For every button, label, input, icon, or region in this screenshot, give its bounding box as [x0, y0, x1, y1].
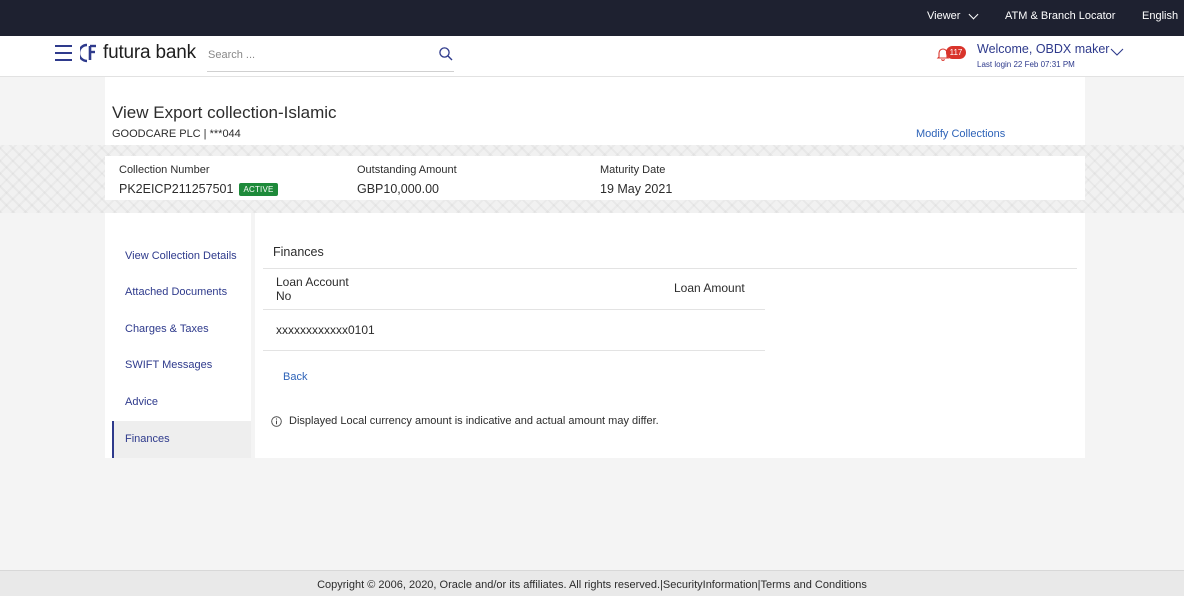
loan-account-column-header: Loan Account No — [276, 275, 349, 303]
collection-summary: Collection Number PK2EICP211257501 ACTIV… — [105, 156, 1085, 200]
top-bar: Viewer ATM & Branch Locator English — [0, 0, 1184, 36]
currency-disclaimer: Displayed Local currency amount is indic… — [271, 415, 659, 427]
search-input[interactable] — [207, 44, 427, 66]
last-login: Last login 22 Feb 07:31 PM — [977, 60, 1075, 69]
footer-text: Copyright © 2006, 2020, Oracle and/or it… — [317, 579, 867, 591]
menu-icon[interactable] — [55, 45, 72, 61]
outstanding-amount-value: GBP10,000.00 — [357, 182, 440, 196]
sidebar-item-advice[interactable]: Advice — [112, 384, 252, 421]
back-button[interactable]: Back — [283, 371, 307, 383]
atm-branch-locator-link[interactable]: ATM & Branch Locator — [1005, 10, 1115, 22]
notification-count-badge[interactable]: 117 — [946, 46, 966, 59]
maturity-date-label: Maturity Date — [600, 164, 666, 176]
language-selector[interactable]: English — [1142, 10, 1178, 22]
outstanding-amount-label: Outstanding Amount — [357, 164, 457, 176]
search-box[interactable] — [207, 44, 454, 72]
section-title: Finances — [273, 245, 324, 259]
maturity-date-value: 19 May 2021 — [600, 182, 673, 196]
table-row-loan-account: xxxxxxxxxxxx0101 — [276, 323, 375, 337]
main-panel: View Collection Details Attached Documen… — [105, 213, 1085, 458]
sidebar-item-charges-taxes[interactable]: Charges & Taxes — [112, 311, 252, 348]
table-header-divider — [263, 309, 765, 310]
collection-number-label: Collection Number — [119, 164, 210, 176]
chevron-down-icon[interactable] — [1110, 48, 1124, 56]
welcome-user[interactable]: Welcome, OBDX maker — [977, 42, 1109, 56]
loan-account-header-line1: Loan Account — [276, 275, 349, 289]
modify-collections-link[interactable]: Modify Collections — [916, 128, 1005, 140]
table-row-divider — [263, 350, 765, 351]
party-account-subtitle: GOODCARE PLC | ***044 — [112, 128, 241, 140]
atm-branch-locator-label: ATM & Branch Locator — [1005, 10, 1116, 22]
loan-account-header-line2: No — [276, 289, 292, 303]
brand-logo[interactable]: futura bank — [80, 42, 196, 64]
loan-amount-column-header: Loan Amount — [674, 281, 745, 295]
disclaimer-text: Displayed Local currency amount is indic… — [289, 415, 659, 427]
sidebar-item-finances[interactable]: Finances — [112, 421, 252, 458]
divider — [263, 268, 1077, 269]
collection-number-value: PK2EICP211257501 — [119, 182, 234, 196]
language-label: English — [1142, 10, 1179, 22]
search-icon[interactable] — [438, 46, 454, 62]
maturity-date-field: Maturity Date 19 May 2021 — [600, 164, 672, 196]
outstanding-amount-field: Outstanding Amount GBP10,000.00 — [357, 164, 457, 196]
viewer-dropdown[interactable]: Viewer — [927, 9, 979, 22]
page-title: View Export collection-Islamic — [112, 103, 337, 122]
collection-number-field: Collection Number PK2EICP211257501 ACTIV… — [119, 164, 278, 196]
chevron-down-icon — [968, 9, 979, 19]
sidebar-item-swift-messages[interactable]: SWIFT Messages — [112, 347, 252, 384]
status-badge: ACTIVE — [239, 182, 278, 196]
viewer-label: Viewer — [927, 10, 961, 22]
footer: Copyright © 2006, 2020, Oracle and/or it… — [0, 570, 1184, 596]
sidebar-item-attached-documents[interactable]: Attached Documents — [112, 274, 252, 311]
futura-bank-logo-icon — [80, 43, 96, 63]
page-header-card: View Export collection-Islamic GOODCARE … — [105, 77, 1085, 147]
info-icon — [271, 415, 282, 427]
header: futura bank 117 Welcome, OBDX maker Last… — [0, 36, 1184, 77]
sidebar-item-view-collection-details[interactable]: View Collection Details — [112, 238, 252, 275]
sidebar-nav: View Collection Details Attached Documen… — [105, 213, 255, 458]
sidebar-divider — [251, 213, 255, 458]
brand-name: futura bank — [103, 42, 196, 63]
